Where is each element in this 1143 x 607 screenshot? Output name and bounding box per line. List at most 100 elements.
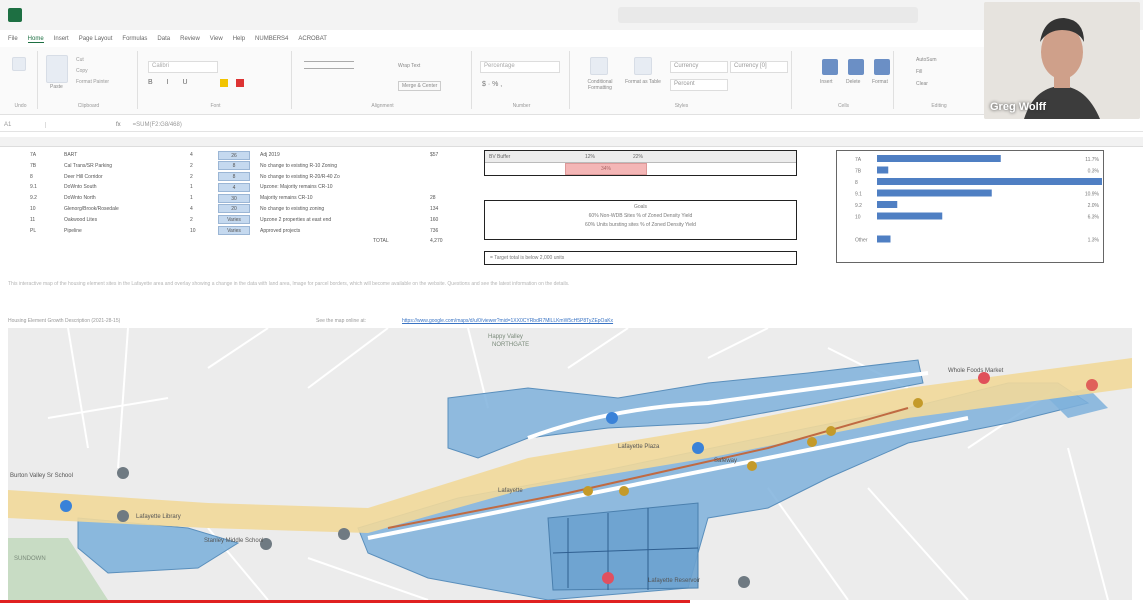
format-painter-button[interactable]: Format Painter: [76, 79, 109, 85]
font-name-select[interactable]: Calibri: [148, 61, 218, 73]
tab-home[interactable]: Home: [27, 36, 44, 43]
buffer-row[interactable]: BV Buffer 12% 22%: [485, 151, 796, 163]
marker-pin[interactable]: [747, 461, 757, 471]
map-label-valley: Happy Valley: [488, 334, 523, 340]
marker-pin[interactable]: [1086, 379, 1098, 391]
undo-icon[interactable]: [12, 57, 26, 71]
bar-value-label: 2.0%: [1088, 203, 1100, 209]
table-row[interactable]: 10 Glenorg/Brook/Rosedale 4 20 No change…: [8, 204, 450, 215]
bar[interactable]: [877, 178, 1102, 185]
merge-center-button[interactable]: Merge & Center: [398, 81, 442, 91]
tab-acrobat[interactable]: ACROBAT: [298, 36, 327, 42]
font-color-icon[interactable]: [236, 79, 244, 87]
tab-page-layout[interactable]: Page Layout: [79, 36, 113, 42]
paste-label: Paste: [50, 84, 63, 90]
bar[interactable]: [877, 166, 889, 174]
bar[interactable]: [877, 155, 1001, 162]
tab-review[interactable]: Review: [180, 36, 200, 42]
marker-pin[interactable]: [602, 572, 614, 584]
formula-input[interactable]: =SUM(F2:G8/468): [133, 122, 182, 128]
currency-percent-icons[interactable]: $ · % ,: [482, 81, 502, 88]
marker-pin[interactable]: [619, 486, 629, 496]
tab-data[interactable]: Data: [157, 36, 170, 42]
goal-1: 60% Non-WDB Sites % of Zoned Density Yie…: [588, 213, 693, 219]
tab-formulas[interactable]: Formulas: [122, 36, 147, 42]
tab-file[interactable]: File: [8, 36, 18, 42]
wrap-text-button[interactable]: Wrap Text: [398, 63, 420, 69]
table-row[interactable]: PL Pipeline 10 Varies Approved projects …: [8, 226, 450, 237]
table-row[interactable]: 8 Deer Hill Corridor 2 8 No change to ex…: [8, 172, 450, 183]
align-icons[interactable]: [304, 61, 354, 69]
table-row[interactable]: 9.2 DoWnto North 1 30 Majority remains C…: [8, 193, 450, 204]
bar[interactable]: [877, 235, 891, 243]
map-link[interactable]: https://www.google.com/maps/d/u/0/viewer…: [402, 318, 613, 324]
paste-button[interactable]: [46, 55, 68, 83]
row-desc: No change to existing R-10 Zoning: [260, 162, 337, 169]
name-box[interactable]: A1: [0, 121, 46, 128]
row-desc: Majority remains CR-10: [260, 195, 313, 202]
search-box[interactable]: [618, 7, 918, 23]
insert-cells-icon[interactable]: [822, 59, 838, 75]
row-id: 7B: [30, 162, 37, 169]
tab-view[interactable]: View: [210, 36, 223, 42]
style-percent[interactable]: Percent: [670, 79, 728, 91]
video-progress-bar[interactable]: [0, 600, 690, 603]
fx-icon[interactable]: fx: [116, 122, 121, 128]
clear-button[interactable]: Clear: [916, 81, 928, 87]
marker-pin[interactable]: [692, 442, 704, 454]
marker-pin[interactable]: [583, 486, 593, 496]
fill-color-icon[interactable]: [220, 79, 228, 87]
cut-button[interactable]: Cut: [76, 57, 84, 63]
row-tag: 30: [218, 193, 250, 203]
format-cells-icon[interactable]: [874, 59, 890, 75]
marker-pin[interactable]: [913, 398, 923, 408]
map-label-plaza: Lafayette Plaza: [618, 444, 660, 450]
group-label-editing: Editing: [931, 103, 947, 109]
ribbon-group-font: Calibri B I U Font: [140, 51, 292, 109]
buffer-value-2: 22%: [633, 154, 644, 160]
marker-pin[interactable]: [117, 467, 129, 479]
style-currency0[interactable]: Currency [0]: [730, 61, 788, 73]
delete-cells-icon[interactable]: [848, 59, 864, 75]
bar[interactable]: [877, 189, 992, 197]
map-view[interactable]: Happy Valley NORTHGATE Burton Valley Sr …: [8, 328, 1132, 600]
row-tag: 8: [218, 172, 250, 182]
marker-pin[interactable]: [826, 426, 836, 436]
table-row[interactable]: 7B Cal Trans/SR Parking 2 8 No change to…: [8, 161, 450, 172]
marker-pin[interactable]: [807, 437, 817, 447]
buffer-highlight-cell[interactable]: 34%: [565, 163, 647, 175]
bar-category-label: 9.1: [855, 192, 862, 198]
table-row[interactable]: 9.1 DoWnto South 1 4 Upzone: Majority re…: [8, 182, 450, 193]
row-desc: Adj 2019: [260, 152, 280, 158]
style-currency[interactable]: Currency: [670, 61, 728, 73]
marker-pin[interactable]: [117, 510, 129, 522]
tab-help[interactable]: Help: [233, 36, 245, 42]
zone-south[interactable]: [547, 502, 699, 591]
conditional-formatting-icon[interactable]: [590, 57, 608, 75]
row-desc: No change to existing zoning: [260, 205, 325, 212]
table-total-row[interactable]: TOTAL 4,270: [8, 236, 450, 247]
fill-button[interactable]: Fill: [916, 69, 922, 75]
target-note[interactable]: = Target total is below 2,000 units: [484, 251, 797, 265]
row-value: 134: [430, 205, 439, 212]
marker-pin[interactable]: [60, 500, 72, 512]
marker-pin[interactable]: [338, 528, 350, 540]
table-row[interactable]: 11 Oakwood Lites 2 Varies Upzone 2 prope…: [8, 215, 450, 226]
bar[interactable]: [877, 201, 898, 208]
group-label-number: Number: [512, 103, 531, 109]
row-count: 2: [190, 173, 193, 180]
bar-category-label: 7A: [855, 157, 862, 163]
marker-pin[interactable]: [606, 412, 618, 424]
row-desc: No change to existing R-20/R-40 Zo: [260, 173, 340, 180]
ribbon: Undo Paste Cut Copy Format Painter Clipb…: [0, 47, 985, 115]
copy-button[interactable]: Copy: [76, 68, 88, 74]
format-table-icon[interactable]: [634, 57, 652, 75]
tab-numbers[interactable]: NUMBERS4: [255, 36, 288, 42]
marker-pin[interactable]: [738, 576, 750, 588]
bold-italic-underline[interactable]: B I U: [148, 79, 194, 86]
number-format-select[interactable]: Percentage: [480, 61, 560, 73]
table-row[interactable]: 7A BART 4 26 Adj 2019 $57: [8, 150, 450, 161]
autosum-button[interactable]: AutoSum: [916, 57, 937, 63]
bar[interactable]: [877, 212, 943, 220]
tab-insert[interactable]: Insert: [54, 36, 69, 42]
